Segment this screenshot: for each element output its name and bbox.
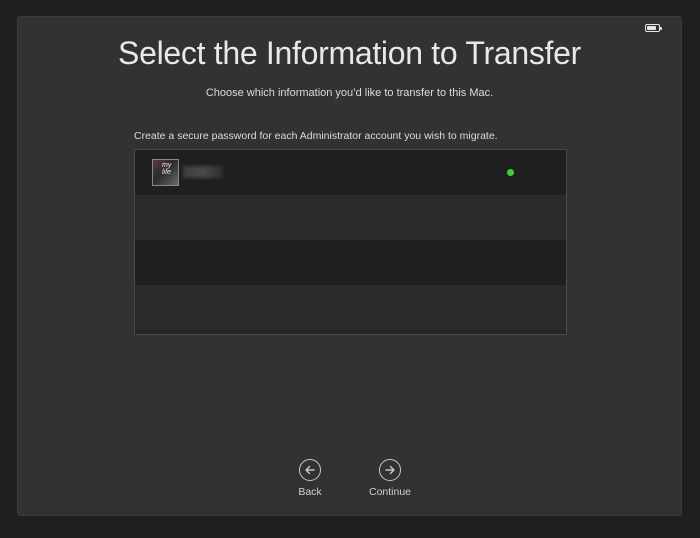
page-subtitle: Choose which information you’d like to t… <box>205 87 494 99</box>
page-title: Select the Information to Transfer <box>118 35 581 71</box>
empty-row <box>135 240 566 285</box>
avatar-text-line1: my <box>162 162 172 169</box>
migration-assistant-window: Select the Information to Transfer Choos… <box>17 16 682 516</box>
back-button[interactable]: Back <box>280 459 340 498</box>
avatar-text: my life <box>162 162 171 176</box>
desktop: Select the Information to Transfer Choos… <box>0 0 700 538</box>
empty-row <box>135 285 566 330</box>
arrow-left-circle-icon <box>299 459 321 481</box>
avatar-text-line2: life <box>162 169 171 176</box>
account-row[interactable]: my life <box>135 150 566 195</box>
empty-row <box>135 195 566 240</box>
instruction-text: Create a secure password for each Admini… <box>134 130 498 142</box>
battery-icon <box>645 24 662 32</box>
back-label: Back <box>298 486 322 498</box>
avatar: my life <box>152 159 179 186</box>
continue-label: Continue <box>368 486 412 498</box>
account-list: my life <box>134 149 567 335</box>
status-dot-icon <box>507 169 514 176</box>
arrow-right-circle-icon <box>379 459 401 481</box>
continue-button[interactable]: Continue <box>360 459 420 498</box>
username-blurred <box>183 166 223 178</box>
